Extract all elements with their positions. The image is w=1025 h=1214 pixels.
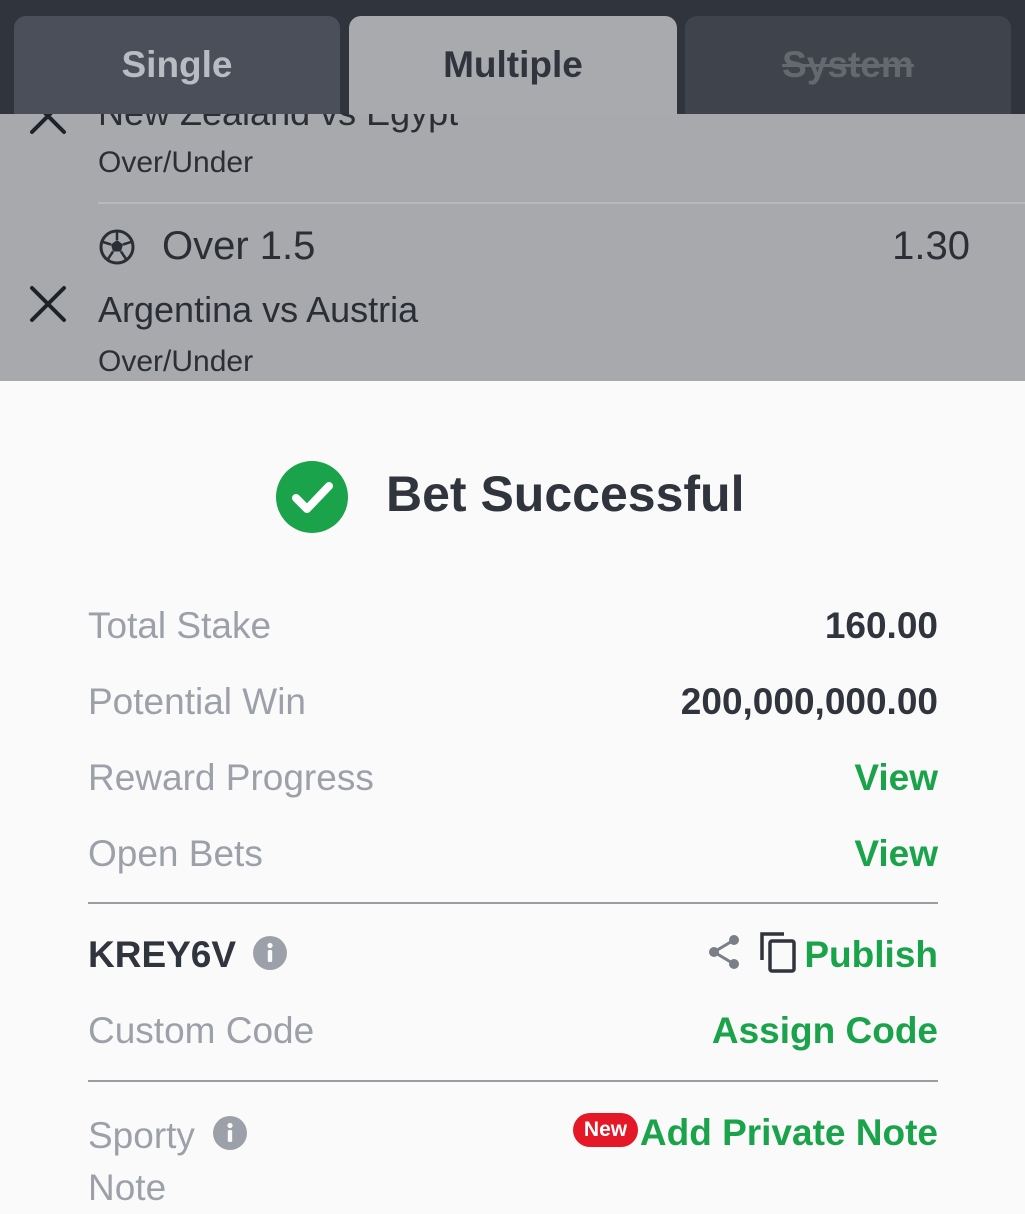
total-stake-value: 160.00 — [824, 605, 938, 646]
open-bets-label: Open Bets — [88, 833, 263, 874]
selection-pick: Over 1.5 — [162, 224, 316, 268]
potential-win-row: Potential Win 200,000,000.00 — [88, 681, 938, 731]
share-icon[interactable] — [706, 932, 742, 972]
divider — [88, 1080, 938, 1082]
tab-single[interactable]: Single — [14, 16, 340, 114]
reward-progress-row: Reward Progress View — [88, 757, 938, 807]
sporty-note-row: Sporty Note New Add Private Note — [88, 1110, 938, 1210]
assign-code-link[interactable]: Assign Code — [712, 1010, 938, 1052]
booking-code-row: KREY6V Publish — [88, 932, 938, 984]
custom-code-label: Custom Code — [88, 1010, 315, 1051]
copy-icon[interactable] — [758, 930, 798, 974]
selection-odds: 1.30 — [892, 224, 970, 268]
selection-market: Over/Under — [98, 146, 254, 179]
new-badge: New — [573, 1113, 638, 1147]
success-title: Bet Successful — [386, 466, 745, 522]
checkmark-circle-icon — [276, 461, 348, 533]
publish-link[interactable]: Publish — [804, 934, 938, 976]
divider — [88, 902, 938, 904]
info-icon[interactable] — [253, 936, 287, 970]
bet-type-tabs: Single Multiple System — [0, 0, 1025, 114]
football-icon — [98, 228, 136, 266]
sporty-note-label: Sporty Note — [88, 1115, 195, 1208]
info-icon[interactable] — [213, 1116, 247, 1150]
total-stake-row: Total Stake 160.00 — [88, 605, 938, 655]
reward-progress-label: Reward Progress — [88, 757, 374, 798]
bet-success-sheet: Bet Successful Total Stake 160.00 Potent… — [0, 381, 1025, 1208]
selection-match: Argentina vs Austria — [98, 289, 419, 330]
reward-progress-view-link[interactable]: View — [854, 757, 938, 799]
selection-market: Over/Under — [98, 345, 254, 378]
total-stake-label: Total Stake — [88, 605, 272, 646]
potential-win-label: Potential Win — [88, 681, 306, 722]
booking-code: KREY6V — [88, 934, 237, 975]
betslip-selections: New Zealand vs Egypt Over/Under Over 1.5… — [0, 114, 1025, 381]
tab-multiple[interactable]: Multiple — [349, 16, 677, 114]
open-bets-view-link[interactable]: View — [854, 833, 938, 875]
tab-system: System — [685, 16, 1011, 114]
selection-match: New Zealand vs Egypt — [98, 114, 458, 134]
open-bets-row: Open Bets View — [88, 833, 938, 883]
remove-selection-icon[interactable] — [28, 284, 68, 324]
selection-divider — [98, 202, 1025, 204]
custom-code-row: Custom Code Assign Code — [88, 1010, 938, 1060]
potential-win-value: 200,000,000.00 — [680, 681, 938, 722]
add-private-note-link[interactable]: Add Private Note — [640, 1112, 938, 1154]
remove-selection-icon[interactable] — [28, 114, 68, 136]
